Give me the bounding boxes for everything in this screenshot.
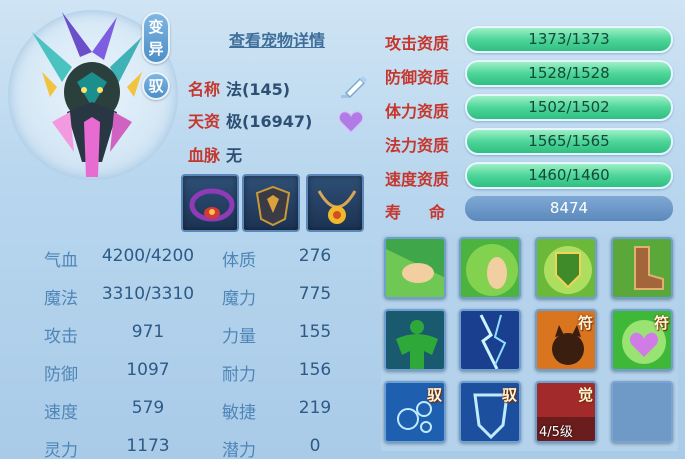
lightning-icon: [461, 311, 519, 369]
stat-spirit-value: 1173: [126, 436, 170, 456]
ride-badge: 驭: [142, 72, 170, 100]
shield-emblem-icon: [537, 239, 595, 297]
stat-speed-label: 速度: [44, 403, 78, 423]
skill-slot-8[interactable]: 符: [611, 309, 673, 371]
zizhi-value: 极(16947): [226, 112, 313, 131]
zizhi-label: 天资: [188, 112, 221, 131]
apt-speed-bar: 1460/1460: [465, 162, 673, 189]
equip-slot-amulet[interactable]: [306, 174, 364, 232]
stat-con-label: 体质: [222, 251, 256, 271]
skill-tag-jue: 觉: [577, 386, 593, 404]
view-pet-details-link[interactable]: 查看宠物详情: [229, 27, 325, 51]
stat-str-label: 力量: [222, 327, 256, 347]
stat-magic-label: 魔力: [222, 289, 256, 309]
skill-tag-yu: 驭: [426, 386, 442, 404]
apt-magic-bar: 1565/1565: [465, 128, 673, 155]
boot-icon: [613, 239, 671, 297]
apt-defense-bar: 1528/1528: [465, 60, 673, 87]
name-label: 名称: [188, 80, 221, 99]
stat-end-value: 156: [298, 360, 332, 380]
skill-slot-6[interactable]: [459, 309, 521, 371]
palm-icon: [461, 239, 519, 297]
stat-mp-label: 魔法: [44, 289, 78, 309]
skill-tag-yu-2: 驭: [501, 386, 517, 404]
xuemai-value: 无: [226, 146, 243, 165]
equip-slot-armor[interactable]: [242, 174, 300, 232]
apt-attack-bar: 1373/1373: [465, 26, 673, 53]
stat-mp-value: 3310/3310: [101, 284, 195, 304]
variant-badge: 变异: [142, 12, 170, 64]
equip-slot-collar[interactable]: [181, 174, 239, 232]
apt-defense-label: 防御资质: [385, 68, 450, 87]
skill-tag-fu-2: 符: [653, 314, 669, 332]
skill-slot-empty[interactable]: [611, 381, 673, 443]
stat-con-value: 276: [298, 246, 332, 266]
skill-slot-4[interactable]: [611, 237, 673, 299]
stat-speed-value: 579: [131, 398, 165, 418]
apt-magic-label: 法力资质: [385, 136, 450, 155]
skill-slot-10[interactable]: 驭: [459, 381, 521, 443]
skill-tag-fu: 符: [577, 314, 593, 332]
collar-icon: [189, 188, 235, 222]
rename-pen-icon[interactable]: [338, 73, 368, 105]
stat-potential-label: 潜力: [222, 441, 256, 459]
stat-hp-label: 气血: [44, 251, 78, 271]
apt-attack-label: 攻击资质: [385, 34, 450, 53]
skill-slot-7[interactable]: 符: [535, 309, 597, 371]
armor-icon: [255, 185, 291, 227]
hand-strike-icon: [386, 239, 444, 297]
stat-end-label: 耐力: [222, 365, 256, 385]
amulet-icon: [317, 190, 357, 224]
skill-slot-5[interactable]: [384, 309, 446, 371]
stat-hp-value: 4200/4200: [101, 246, 195, 266]
life-bar: 8474: [465, 196, 673, 221]
stat-attack-label: 攻击: [44, 327, 78, 347]
life-label: 寿命: [385, 203, 474, 222]
xuemai-label: 血脉: [188, 146, 221, 165]
apt-stamina-label: 体力资质: [385, 102, 450, 121]
apt-speed-label: 速度资质: [385, 170, 450, 189]
stat-defense-value: 1097: [126, 360, 170, 380]
stat-agi-value: 219: [298, 398, 332, 418]
stat-attack-value: 971: [131, 322, 165, 342]
muscle-man-icon: [386, 311, 444, 369]
stat-str-value: 155: [298, 322, 332, 342]
skill-slot-1[interactable]: [384, 237, 446, 299]
skill-slot-2[interactable]: [459, 237, 521, 299]
stat-magic-value: 775: [298, 284, 332, 304]
stat-potential-value: 0: [309, 436, 321, 456]
apt-stamina-bar: 1502/1502: [465, 94, 673, 121]
stat-agi-label: 敏捷: [222, 403, 256, 423]
pet-info-panel: 变异 驭 查看宠物详情 名称 法(145) 天资 极(16947) 血脉无 气血…: [0, 0, 685, 459]
pet-name-row: 名称 法(145): [188, 76, 290, 100]
pet-xuemai-row: 血脉无: [188, 142, 242, 166]
pet-model-icon: [32, 12, 142, 177]
skill-slot-11[interactable]: 觉 4/5级: [535, 381, 597, 443]
skill-level: 4/5级: [539, 425, 573, 440]
heart-icon[interactable]: [338, 110, 364, 138]
skill-slot-3[interactable]: [535, 237, 597, 299]
stat-spirit-label: 灵力: [44, 441, 78, 459]
pet-zizhi-row: 天资 极(16947): [188, 108, 312, 132]
name-value: 法(145): [226, 80, 291, 99]
stat-defense-label: 防御: [44, 365, 78, 385]
skill-slot-9[interactable]: 驭: [384, 381, 446, 443]
